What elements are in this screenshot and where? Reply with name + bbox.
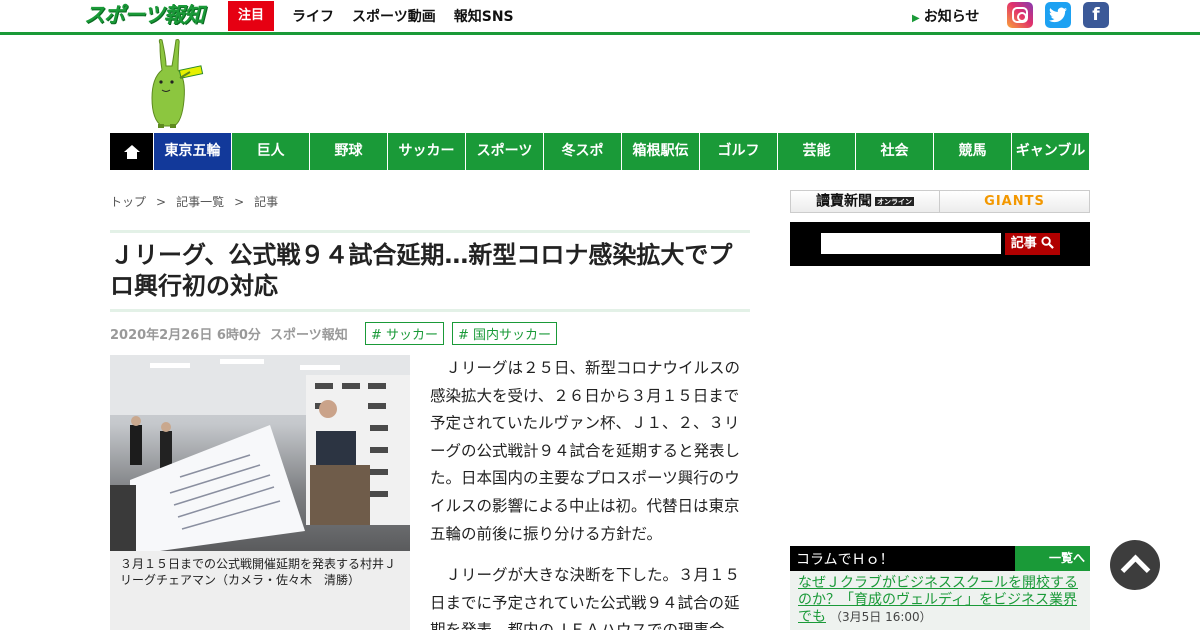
- article-tags: # サッカー # 国内サッカー: [365, 322, 565, 345]
- category-sports[interactable]: スポーツ: [466, 133, 544, 170]
- column-more-link[interactable]: 一覧へ: [1015, 546, 1090, 571]
- search-box: 記事: [790, 222, 1090, 266]
- facebook-icon[interactable]: f: [1083, 2, 1109, 28]
- photo-caption: ３月１５日までの公式戦開催延期を発表する村井Ｊリーグチェアマン（カメラ・佐々木 …: [110, 551, 410, 630]
- site-logo[interactable]: スポーツ報知: [84, 1, 208, 29]
- home-button[interactable]: [110, 133, 154, 170]
- article-paragraph: Ｊリーグが大きな決断を下した。３月１５日までに予定されていた公式戦９４試合の延期…: [430, 566, 741, 630]
- breadcrumb-current: 記事: [254, 195, 279, 209]
- mascot-image[interactable]: [146, 38, 206, 130]
- tag-domestic-soccer[interactable]: # 国内サッカー: [452, 322, 558, 345]
- top-bar: スポーツ報知 注目 ライフ スポーツ動画 報知SNS ▶ お知らせ f: [0, 0, 1200, 32]
- category-tokyo-olympics[interactable]: 東京五輪: [154, 133, 232, 170]
- yomiuri-label: 讀賣新聞: [816, 193, 872, 210]
- triangle-right-icon: ▶: [912, 13, 920, 24]
- online-badge: オンライン: [875, 197, 914, 206]
- category-baseball[interactable]: 野球: [310, 133, 388, 170]
- category-horse-racing[interactable]: 競馬: [934, 133, 1012, 170]
- breadcrumb-separator: >: [156, 195, 167, 209]
- breadcrumb-separator: >: [234, 195, 245, 209]
- search-button-label: 記事: [1010, 236, 1037, 251]
- notice-label: お知らせ: [923, 9, 980, 25]
- breadcrumb-top[interactable]: トップ: [110, 195, 146, 209]
- article-header: Ｊリーグ、公式戦９４試合延期…新型コロナ感染拡大でプロ興行初の対応: [110, 230, 750, 312]
- home-icon: [123, 145, 140, 159]
- breadcrumb-list[interactable]: 記事一覧: [176, 195, 224, 209]
- top-nav-item-featured[interactable]: 注目: [228, 1, 275, 31]
- category-golf[interactable]: ゴルフ: [700, 133, 778, 170]
- article-photo[interactable]: [110, 355, 410, 551]
- top-nav-item-video[interactable]: スポーツ動画: [352, 6, 436, 26]
- category-society[interactable]: 社会: [856, 133, 934, 170]
- partner-links: 讀賣新聞 オンライン GIANTS: [790, 190, 1090, 213]
- back-to-top-button[interactable]: [1110, 540, 1160, 590]
- category-nav: 東京五輪 巨人 野球 サッカー スポーツ 冬スポ 箱根駅伝 ゴルフ 芸能 社会 …: [110, 133, 1089, 170]
- instagram-icon[interactable]: [1007, 2, 1033, 28]
- category-entertainment[interactable]: 芸能: [778, 133, 856, 170]
- top-nav: 注目 ライフ スポーツ動画 報知SNS: [228, 1, 532, 31]
- category-winter-sports[interactable]: 冬スポ: [544, 133, 622, 170]
- search-input[interactable]: [821, 233, 1001, 254]
- top-nav-item-sns[interactable]: 報知SNS: [454, 6, 514, 26]
- yomiuri-online-link[interactable]: 讀賣新聞 オンライン: [791, 191, 940, 212]
- search-button[interactable]: 記事: [1005, 233, 1060, 255]
- notice-link[interactable]: ▶ お知らせ: [912, 6, 979, 26]
- category-gambling[interactable]: ギャンブル: [1012, 133, 1089, 170]
- breadcrumb: トップ > 記事一覧 > 記事: [110, 193, 278, 210]
- category-giants[interactable]: 巨人: [232, 133, 310, 170]
- column-list-item: なぜＪクラブがビジネススクールを開校するのか？「育成のヴェルディ」をビジネス業界…: [790, 571, 1090, 630]
- article-source: スポーツ報知: [270, 328, 348, 343]
- article-date: 2020年2月26日 6時0分: [110, 328, 261, 343]
- search-icon: [1041, 236, 1055, 249]
- article-title: Ｊリーグ、公式戦９４試合延期…新型コロナ感染拡大でプロ興行初の対応: [110, 241, 733, 300]
- category-hakone-ekiden[interactable]: 箱根駅伝: [622, 133, 700, 170]
- top-nav-item-life[interactable]: ライフ: [292, 6, 334, 26]
- article-body: Ｊリーグは２５日、新型コロナウイルスの感染拡大を受け、２６日から３月１５日まで予…: [430, 355, 748, 630]
- column-article-date: （3月5日 16:00）: [830, 610, 932, 624]
- category-soccer[interactable]: サッカー: [388, 133, 466, 170]
- tag-soccer[interactable]: # サッカー: [365, 322, 445, 345]
- article-meta: 2020年2月26日 6時0分 スポーツ報知: [110, 324, 348, 343]
- twitter-icon[interactable]: [1045, 2, 1071, 28]
- header-divider: [0, 32, 1200, 35]
- article-paragraph: Ｊリーグは２５日、新型コロナウイルスの感染拡大を受け、２６日から３月１５日まで予…: [430, 359, 741, 543]
- giants-link[interactable]: GIANTS: [940, 191, 1089, 212]
- column-section-title: コラムでＨｏ！: [796, 552, 894, 568]
- column-section-header: コラムでＨｏ！ 一覧へ: [790, 546, 1090, 571]
